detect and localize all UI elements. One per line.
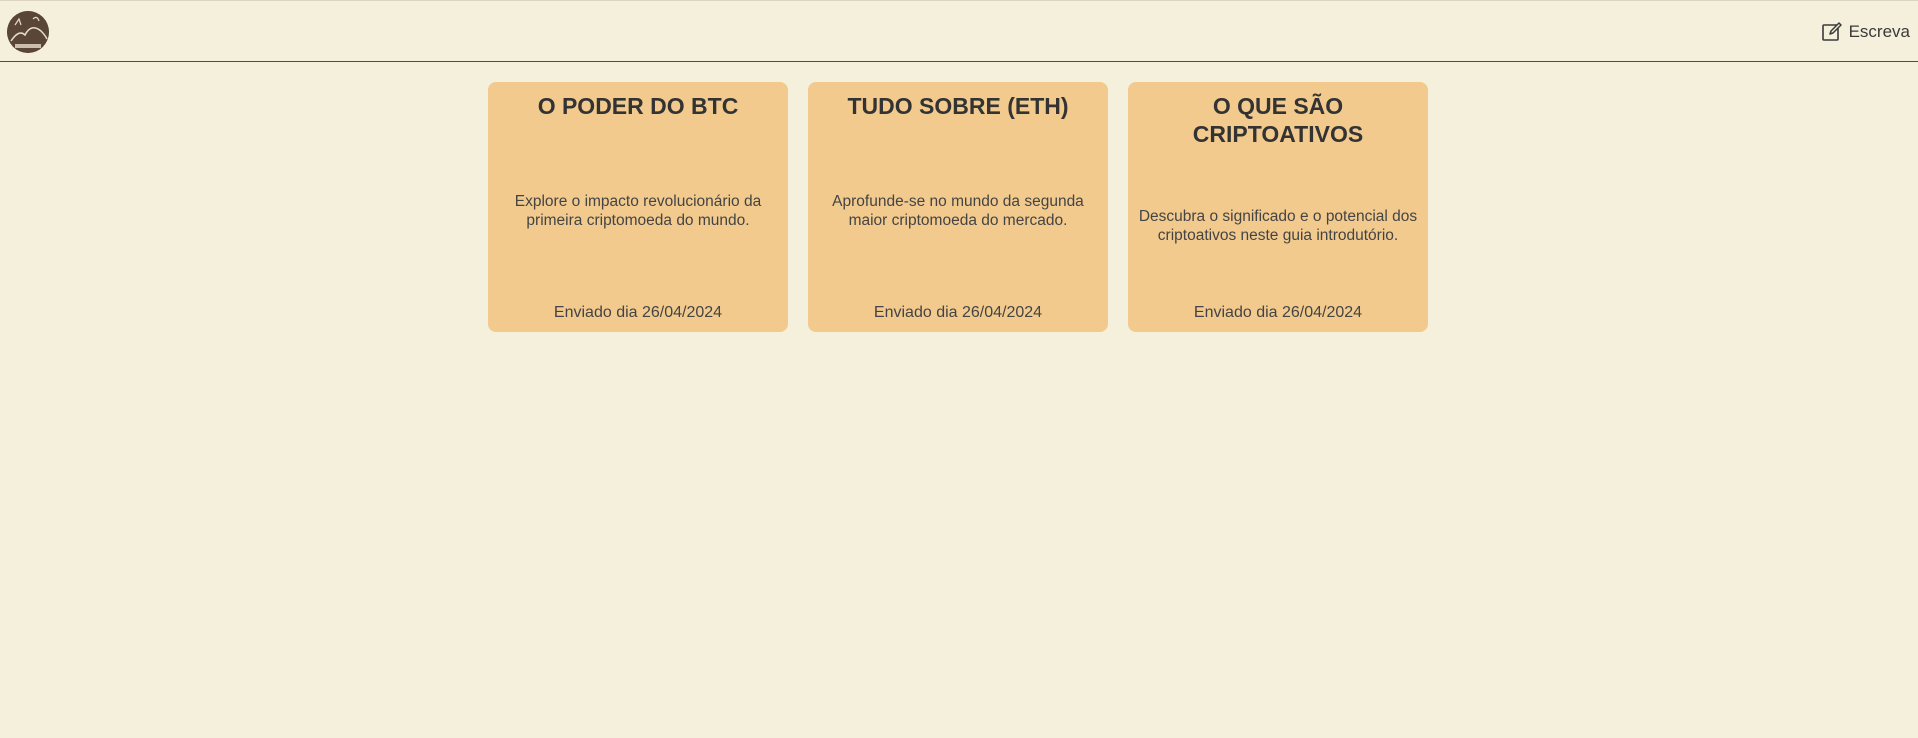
card-date: Enviado dia 26/04/2024 xyxy=(1193,304,1363,321)
post-card-btc[interactable]: O PODER DO BTC Explore o impacto revoluc… xyxy=(488,82,788,332)
post-cards: O PODER DO BTC Explore o impacto revoluc… xyxy=(488,82,1428,332)
edit-icon xyxy=(1821,21,1843,43)
post-card-eth[interactable]: TUDO SOBRE (ETH) Aprofunde-se no mundo d… xyxy=(808,82,1108,332)
post-card-criptoativos[interactable]: O QUE SÃO CRIPTOATIVOS Descubra o signif… xyxy=(1128,82,1428,332)
card-description: Descubra o significado e o potencial dos… xyxy=(1138,208,1418,244)
card-date: Enviado dia 26/04/2024 xyxy=(873,304,1043,321)
card-date: Enviado dia 26/04/2024 xyxy=(553,304,723,321)
write-label: Escreva xyxy=(1848,22,1910,41)
card-title: O PODER DO BTC xyxy=(537,93,739,119)
card-description: Aprofunde-se no mundo da segunda maior c… xyxy=(832,193,1084,229)
card-description: Explore o impacto revolucionário da prim… xyxy=(514,193,762,229)
card-title: O QUE SÃO CRIPTOATIVOS xyxy=(1192,93,1364,147)
top-bar: Escreva xyxy=(0,0,1918,62)
logo-icon[interactable] xyxy=(7,11,49,53)
write-button[interactable]: Escreva xyxy=(1821,19,1910,45)
card-title: TUDO SOBRE (ETH) xyxy=(847,93,1069,119)
